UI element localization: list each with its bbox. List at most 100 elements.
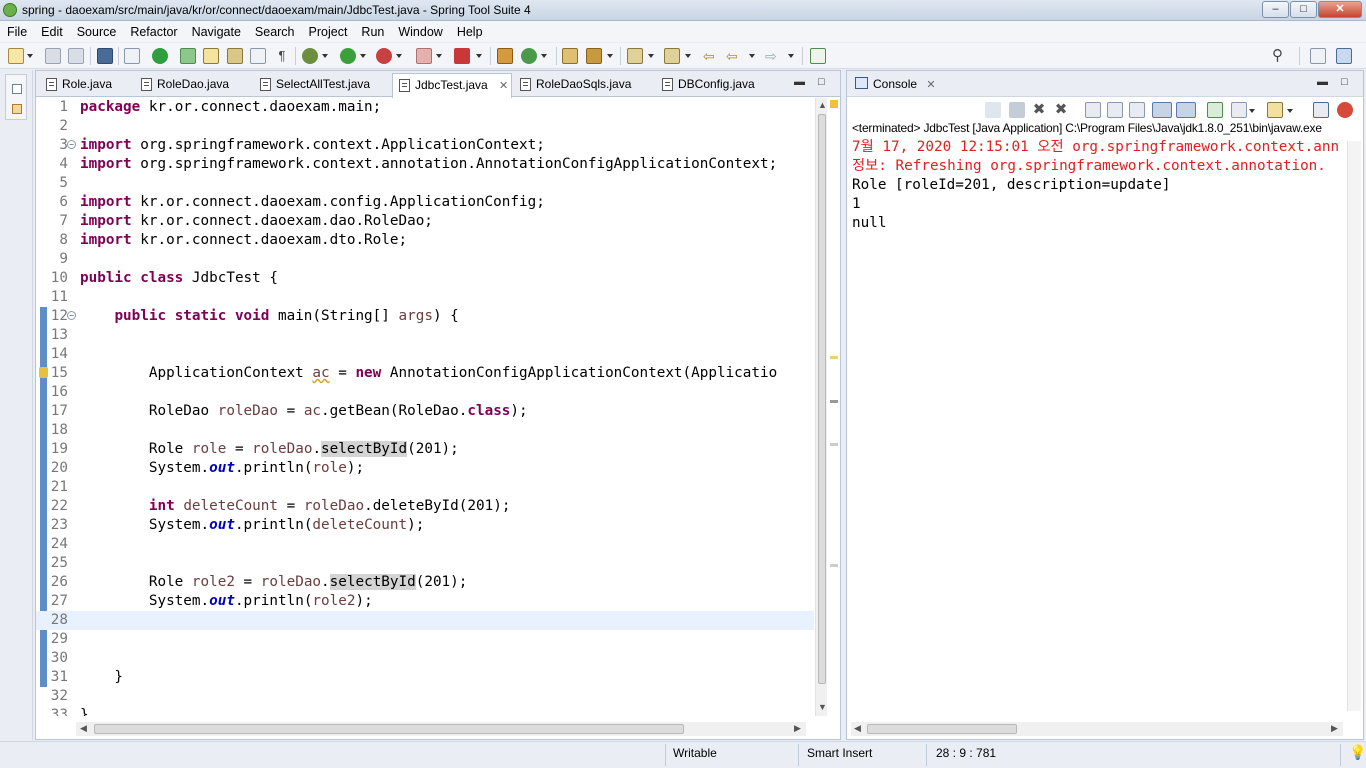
close-console-icon[interactable]: ✕	[926, 79, 935, 91]
new-java-project-icon[interactable]	[497, 48, 513, 64]
tab-roledaosqls-java[interactable]: RoleDaoSqls.java	[514, 73, 631, 97]
back-icon[interactable]: ⇦	[726, 48, 742, 64]
pin-console-icon[interactable]	[1207, 102, 1223, 118]
fold-toggle-icon[interactable]: −	[67, 311, 76, 320]
menu-search[interactable]: Search	[248, 25, 302, 39]
console-settings-icon[interactable]	[1313, 102, 1329, 118]
menu-file[interactable]: File	[0, 25, 34, 39]
scroll-right-icon[interactable]: ▶	[1331, 723, 1338, 734]
restore-icon[interactable]	[12, 84, 22, 94]
scroll-right-icon[interactable]: ▶	[794, 723, 801, 734]
previous-annotation-dropdown-icon[interactable]	[685, 54, 691, 58]
next-annotation-dropdown-icon[interactable]	[648, 54, 654, 58]
menu-window[interactable]: Window	[391, 25, 449, 39]
tab-role-java[interactable]: Role.java	[40, 73, 112, 97]
search-icon[interactable]: ⚲	[1272, 48, 1288, 64]
tab-selectalltest-java[interactable]: SelectAllTest.java	[254, 73, 370, 97]
tip-lightbulb-icon[interactable]: 💡	[1349, 744, 1366, 761]
tab-jdbctest-java[interactable]: JdbcTest.java ✕	[392, 73, 512, 98]
back-dropdown-icon[interactable]	[749, 54, 755, 58]
console-tab[interactable]: Console ✕	[855, 77, 936, 91]
maximize-editor-icon[interactable]: □	[818, 76, 825, 88]
run-icon[interactable]	[340, 48, 356, 64]
menu-edit[interactable]: Edit	[34, 25, 70, 39]
save-all-icon[interactable]	[68, 48, 84, 64]
word-wrap-icon[interactable]	[250, 48, 266, 64]
skip-breakpoints-icon[interactable]	[180, 48, 196, 64]
overview-ruler[interactable]	[828, 98, 840, 716]
menu-source[interactable]: Source	[70, 25, 124, 39]
toggle-block-icon[interactable]	[227, 48, 243, 64]
scroll-lock-icon[interactable]	[1107, 102, 1123, 118]
occurrence-marker[interactable]	[830, 400, 838, 403]
mark-occurrences-icon[interactable]	[203, 48, 219, 64]
occurrence-marker[interactable]	[830, 443, 838, 446]
run-dropdown-icon[interactable]	[360, 54, 366, 58]
menu-run[interactable]: Run	[354, 25, 391, 39]
scroll-thumb[interactable]	[94, 724, 684, 734]
clear-console-icon[interactable]	[1085, 102, 1101, 118]
scroll-up-icon[interactable]: ▲	[818, 100, 827, 110]
coverage-dropdown-icon[interactable]	[396, 54, 402, 58]
package-explorer-icon[interactable]	[12, 104, 22, 114]
remove-launch-icon[interactable]: ✖	[1031, 102, 1047, 118]
java-perspective-icon[interactable]	[1336, 48, 1352, 64]
debug-icon[interactable]	[302, 48, 318, 64]
new-class-icon[interactable]	[521, 48, 537, 64]
next-annotation-icon[interactable]	[627, 48, 643, 64]
display-console-dropdown-icon[interactable]	[1249, 109, 1255, 113]
occurrence-marker[interactable]	[830, 356, 838, 359]
previous-annotation-icon[interactable]	[664, 48, 680, 64]
maximize-button[interactable]: □	[1290, 1, 1317, 18]
word-wrap-icon[interactable]	[1129, 102, 1145, 118]
scroll-thumb[interactable]	[818, 114, 826, 684]
external-tools-icon[interactable]	[454, 48, 470, 64]
show-stderr-icon[interactable]	[1176, 102, 1196, 118]
external-tools-dropdown-icon[interactable]	[476, 54, 482, 58]
open-task-icon[interactable]	[586, 48, 602, 64]
spring-console-icon[interactable]	[1337, 102, 1353, 118]
editor-horizontal-scrollbar[interactable]: ◀ ▶	[76, 722, 806, 736]
occurrence-marker[interactable]	[830, 564, 838, 567]
boot-dashboard-icon[interactable]	[152, 48, 168, 64]
debug-dropdown-icon[interactable]	[322, 54, 328, 58]
show-stdout-icon[interactable]	[1152, 102, 1172, 118]
stop-dropdown-icon[interactable]	[436, 54, 442, 58]
forward-dropdown-icon[interactable]	[788, 54, 794, 58]
pilcrow-icon[interactable]: ¶	[274, 48, 290, 64]
scroll-down-icon[interactable]: ▼	[818, 702, 827, 712]
close-tab-icon[interactable]: ✕	[499, 75, 508, 97]
maximize-console-icon[interactable]: □	[1341, 76, 1348, 88]
scroll-thumb[interactable]	[867, 724, 1017, 734]
editor-vertical-scrollbar[interactable]: ▲ ▼	[815, 98, 827, 716]
pin-editor-icon[interactable]	[810, 48, 826, 64]
link-icon[interactable]	[124, 48, 140, 64]
tab-roledao-java[interactable]: RoleDao.java	[135, 73, 229, 97]
menu-project[interactable]: Project	[302, 25, 355, 39]
code-area[interactable]: 1 package kr.or.connect.daoexam.main; 2 3…	[36, 98, 814, 716]
open-type-icon[interactable]	[562, 48, 578, 64]
minimize-button[interactable]: –	[1262, 1, 1289, 18]
last-edit-icon[interactable]: ⇦	[703, 48, 719, 64]
terminal-icon[interactable]	[97, 48, 113, 64]
new-class-dropdown-icon[interactable]	[541, 54, 547, 58]
new-dropdown-icon[interactable]	[27, 54, 33, 58]
scroll-left-icon[interactable]: ◀	[854, 723, 861, 734]
menu-navigate[interactable]: Navigate	[185, 25, 248, 39]
open-console-icon[interactable]	[1267, 102, 1283, 118]
new-icon[interactable]	[8, 48, 24, 64]
task-dropdown-icon[interactable]	[607, 54, 613, 58]
warning-marker-icon[interactable]	[39, 367, 48, 378]
menu-refactor[interactable]: Refactor	[123, 25, 184, 39]
fold-toggle-icon[interactable]: −	[67, 140, 76, 149]
console-vertical-scrollbar[interactable]	[1347, 141, 1361, 711]
disconnect-icon[interactable]	[985, 102, 1001, 118]
open-console-dropdown-icon[interactable]	[1287, 109, 1293, 113]
scroll-left-icon[interactable]: ◀	[80, 723, 87, 734]
console-horizontal-scrollbar[interactable]: ◀ ▶	[851, 722, 1343, 736]
remove-all-launches-icon[interactable]: ✖	[1053, 102, 1069, 118]
close-button[interactable]: ✕	[1318, 1, 1362, 18]
terminate-icon[interactable]	[1009, 102, 1025, 118]
stop-icon[interactable]	[416, 48, 432, 64]
warning-overview-icon[interactable]	[830, 100, 838, 108]
